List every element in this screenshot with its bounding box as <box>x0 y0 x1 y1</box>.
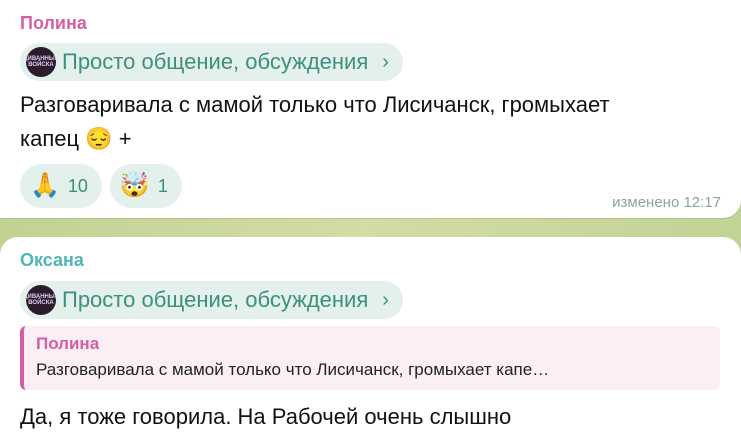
text-fragment: + <box>118 126 132 151</box>
message-text: Да, я тоже говорила. На Рабочей очень сл… <box>20 404 512 429</box>
reply-sender: Полина <box>36 334 100 353</box>
topic-label: Просто общение, обсуждения <box>62 287 369 312</box>
chevron-right-icon: › <box>382 50 389 73</box>
reply-text: Разговаривала с мамой только что Лисичан… <box>36 360 550 379</box>
reaction-count: 1 <box>157 175 168 196</box>
exploding-head-icon: 🤯 <box>119 172 150 199</box>
chevron-right-icon: › <box>382 288 389 311</box>
pray-icon: 🙏 <box>30 172 60 199</box>
topic-link[interactable]: ДИВАННЫЕ ВОЙСКА Просто общение, обсужден… <box>20 43 403 81</box>
message-text-line: Разговаривала с мамой только что Лисичан… <box>20 92 610 117</box>
message-bubble[interactable]: Полина ДИВАННЫЕ ВОЙСКА Просто общение, о… <box>0 0 741 218</box>
reaction-mindblown[interactable]: 🤯 1 <box>109 164 182 208</box>
topic-avatar: ДИВАННЫЕ ВОЙСКА <box>26 47 56 77</box>
message-meta: изменено 12:17 <box>612 194 721 211</box>
sender-name[interactable]: Полина <box>20 13 87 34</box>
topic-avatar: ДИВАННЫЕ ВОЙСКА <box>26 285 56 315</box>
sender-name[interactable]: Оксана <box>20 250 84 271</box>
message-text: Разговаривала с мамой только что Лисичан… <box>20 88 610 156</box>
reactions: 🙏 10 🤯 1 <box>20 164 182 208</box>
text-fragment: капец <box>20 126 80 151</box>
topic-label: Просто общение, обсуждения <box>62 49 369 74</box>
message-text-line: капец 😔 + <box>20 122 610 156</box>
reaction-count: 10 <box>67 175 88 196</box>
reply-preview[interactable]: Полина Разговаривала с мамой только что … <box>20 326 720 390</box>
topic-link[interactable]: ДИВАННЫЕ ВОЙСКА Просто общение, обсужден… <box>20 281 403 319</box>
pensive-face-icon: 😔 <box>85 126 113 151</box>
reaction-pray[interactable]: 🙏 10 <box>20 164 102 208</box>
